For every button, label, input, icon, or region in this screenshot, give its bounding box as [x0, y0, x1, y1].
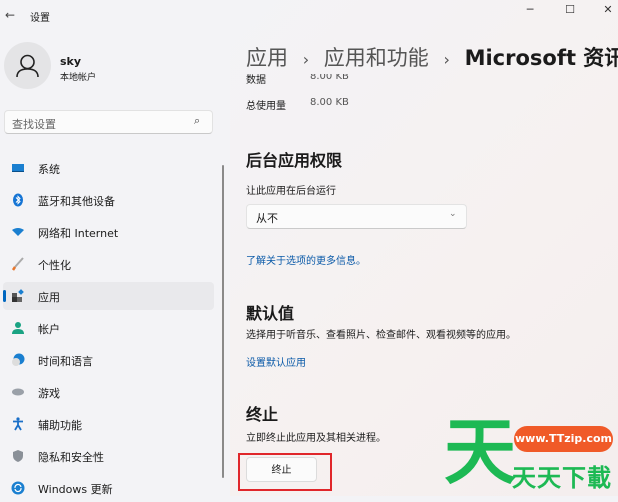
- search-input[interactable]: 查找设置: [12, 116, 56, 132]
- sidebar-item-apps[interactable]: 应用: [3, 282, 214, 310]
- sidebar-item-bluetooth[interactable]: 蓝牙和其他设备: [3, 186, 214, 214]
- sidebar-item-label: 系统: [38, 163, 60, 176]
- shield-icon: [11, 449, 25, 463]
- close-button[interactable]: ✕: [598, 3, 618, 19]
- breadcrumb-item-apps-features[interactable]: 应用和功能: [324, 46, 429, 70]
- window-title: 设置: [30, 13, 50, 24]
- sidebar-scrollbar[interactable]: [222, 165, 224, 478]
- sidebar-item-label: 帐户: [38, 323, 60, 336]
- watermark-text: 天天下載: [512, 464, 612, 492]
- sidebar-item-label: 个性化: [38, 259, 71, 272]
- update-icon: [11, 481, 25, 495]
- sidebar-item-label: 网络和 Internet: [38, 227, 119, 240]
- sidebar-item-label: 隐私和安全性: [38, 451, 104, 464]
- sidebar-item-windows-update[interactable]: Windows 更新: [3, 474, 214, 502]
- avatar[interactable]: [4, 42, 51, 89]
- sidebar-item-accounts[interactable]: 帐户: [3, 314, 214, 342]
- sidebar-item-label: 游戏: [38, 387, 60, 400]
- sidebar-item-label: Windows 更新: [38, 483, 113, 496]
- wifi-icon: [11, 225, 25, 239]
- search-icon[interactable]: ⌕: [194, 114, 200, 128]
- selection-indicator: [3, 290, 6, 302]
- background-run-label: 让此应用在后台运行: [246, 186, 336, 197]
- sidebar-item-system[interactable]: 系统: [3, 154, 214, 182]
- sidebar-item-personalization[interactable]: 个性化: [3, 250, 214, 278]
- sidebar-item-label: 辅助功能: [38, 419, 82, 432]
- system-icon: [11, 161, 25, 175]
- brush-icon: [11, 257, 25, 271]
- maximize-button[interactable]: ☐: [560, 3, 580, 19]
- chevron-down-icon: ⌄: [449, 209, 457, 219]
- dropdown-value: 从不: [256, 212, 278, 225]
- data-label: 数据: [246, 75, 266, 86]
- minimize-button[interactable]: ─: [520, 3, 540, 19]
- defaults-heading: 默认值: [246, 304, 295, 323]
- person-icon: [16, 54, 39, 78]
- sidebar-item-label: 时间和语言: [38, 355, 93, 368]
- gamepad-icon: [11, 385, 25, 399]
- account-name: sky: [60, 55, 82, 68]
- breadcrumb-item-apps[interactable]: 应用: [246, 46, 288, 70]
- sidebar-item-label: 蓝牙和其他设备: [38, 195, 115, 208]
- total-usage-value: 8.00 KB: [310, 97, 349, 108]
- clock-globe-icon: [11, 353, 25, 367]
- sidebar-item-time-language[interactable]: 时间和语言: [3, 346, 214, 374]
- watermark-url: www.TTzip.com: [514, 426, 613, 452]
- breadcrumb: 应用 › 应用和功能 › Microsoft 资讯: [246, 42, 618, 72]
- defaults-description: 选择用于听音乐、查看照片、检查邮件、观看视频等的应用。: [246, 330, 516, 341]
- terminate-heading: 终止: [246, 405, 279, 424]
- back-arrow-icon[interactable]: ←: [5, 8, 15, 22]
- breadcrumb-separator: ›: [302, 50, 310, 69]
- sidebar-item-gaming[interactable]: 游戏: [3, 378, 214, 406]
- search-box[interactable]: 查找设置 ⌕: [4, 110, 213, 134]
- apps-icon: [11, 289, 25, 303]
- data-value: 8.00 KB: [310, 74, 349, 82]
- sidebar-item-network[interactable]: 网络和 Internet: [3, 218, 214, 246]
- watermark-logo: 天: [444, 410, 517, 494]
- highlight-box: [238, 453, 332, 491]
- sidebar-item-label: 应用: [38, 291, 60, 304]
- total-usage-label: 总使用量: [246, 101, 286, 112]
- account-type: 本地帐户: [60, 73, 97, 83]
- sidebar-item-accessibility[interactable]: 辅助功能: [3, 410, 214, 438]
- breadcrumb-separator: ›: [443, 50, 450, 69]
- bluetooth-icon: [11, 193, 25, 207]
- terminate-description: 立即终止此应用及其相关进程。: [246, 433, 386, 444]
- learn-more-link[interactable]: 了解关于选项的更多信息。: [246, 252, 366, 267]
- account-icon: [11, 321, 25, 335]
- accessibility-icon: [11, 417, 25, 431]
- background-permissions-heading: 后台应用权限: [246, 151, 343, 170]
- set-defaults-link[interactable]: 设置默认应用: [246, 354, 306, 369]
- sidebar-item-privacy[interactable]: 隐私和安全性: [3, 442, 214, 470]
- background-run-dropdown[interactable]: 从不 ⌄: [246, 204, 467, 229]
- page-title: Microsoft 资讯: [464, 46, 618, 70]
